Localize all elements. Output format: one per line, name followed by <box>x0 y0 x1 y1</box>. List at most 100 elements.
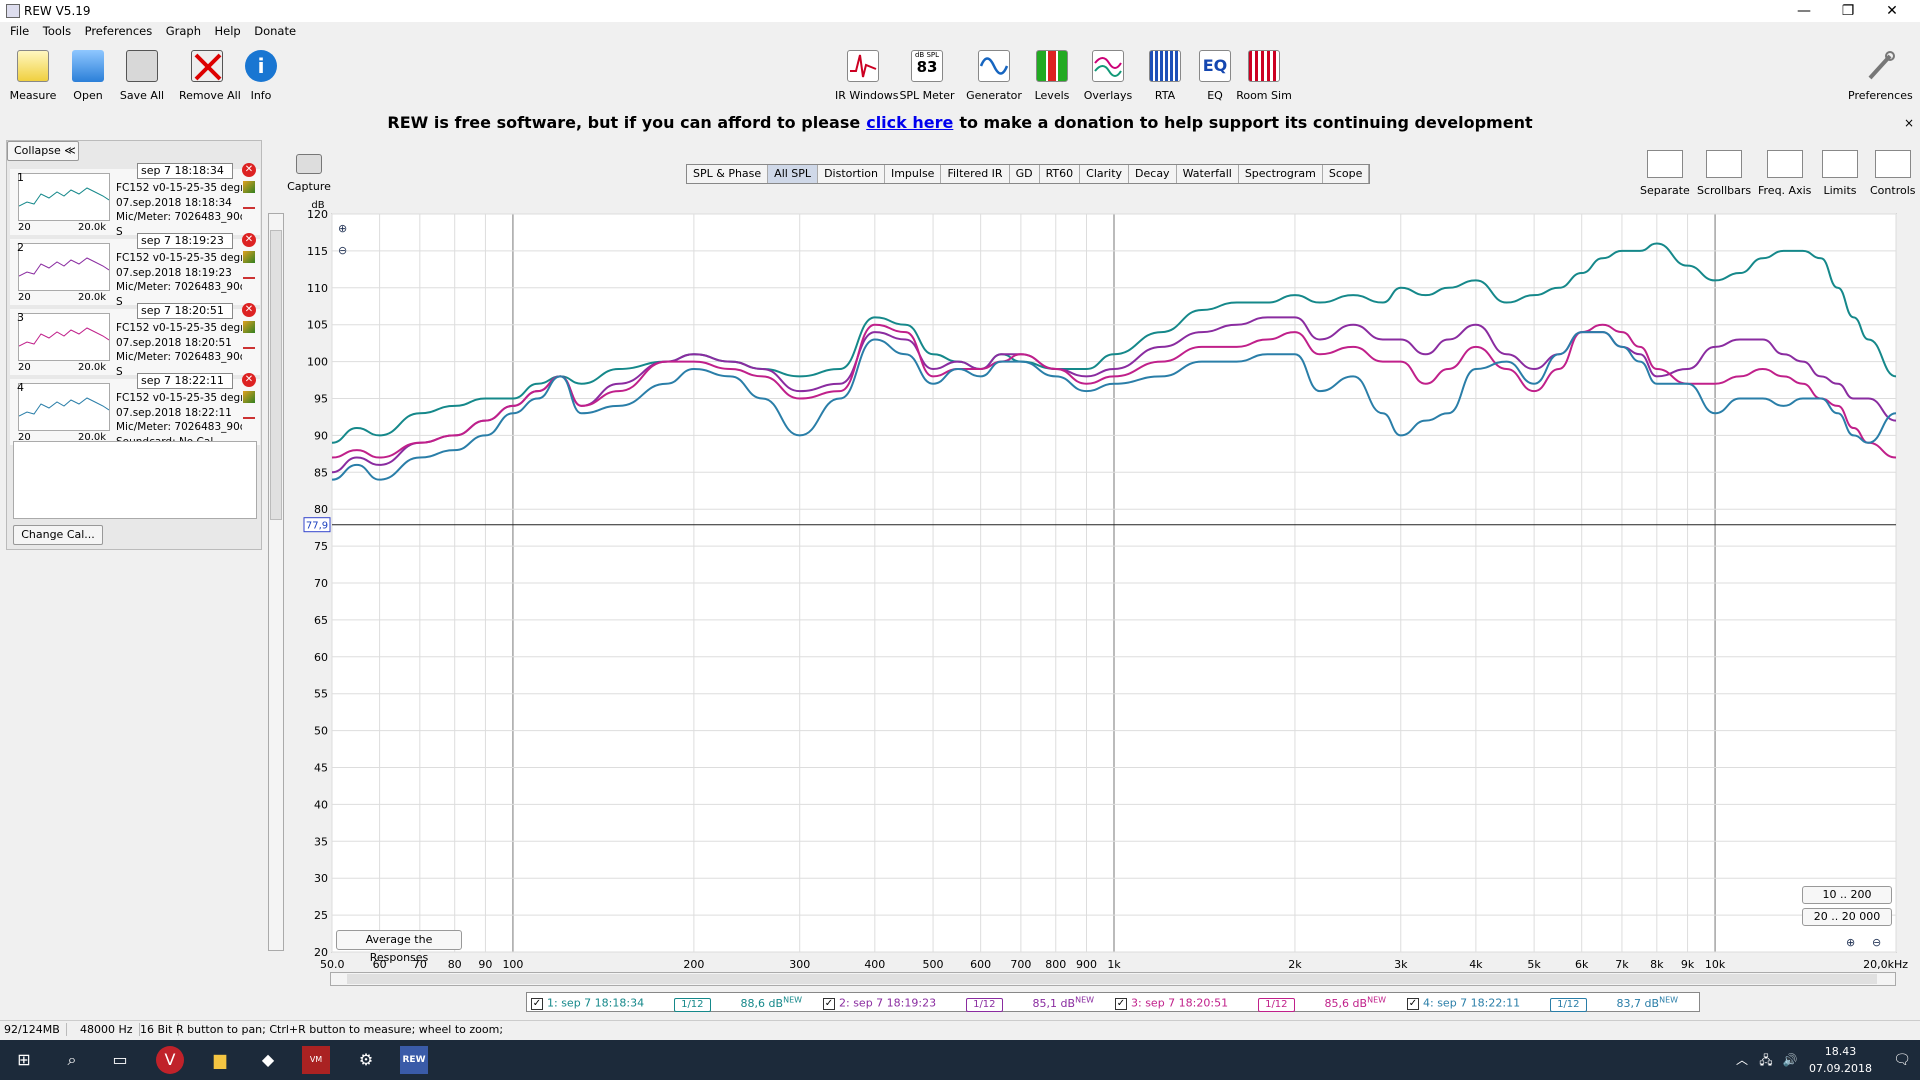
measurement-item[interactable]: 4 20 20.0k sep 7 18:22:11 FC152 v0-15-25… <box>10 373 260 448</box>
open-button[interactable]: Open <box>60 50 116 102</box>
zoom-in-icon[interactable]: ⊕ <box>338 222 347 235</box>
collapse-button[interactable]: Collapse ≪ <box>7 141 79 161</box>
panel-scrollbar[interactable] <box>268 213 284 951</box>
vivaldi-icon[interactable]: V <box>156 1046 184 1074</box>
smoothing-button[interactable]: 1/12 <box>966 997 1003 1012</box>
zoom-out-icon[interactable]: ⊖ <box>338 244 347 257</box>
menu-graph[interactable]: Graph <box>166 24 201 38</box>
menu-file[interactable]: File <box>10 24 29 38</box>
pen-icon[interactable] <box>243 407 255 419</box>
settings-gear-icon[interactable]: ⚙ <box>352 1046 380 1074</box>
graph-h-scroll-thumb[interactable] <box>347 974 1877 984</box>
notification-icon[interactable]: 🗨 <box>1888 1046 1916 1074</box>
tab-gd[interactable]: GD <box>1010 165 1040 183</box>
legend-checkbox[interactable]: ✓ <box>1407 997 1419 1010</box>
legend-checkbox[interactable]: ✓ <box>531 997 543 1010</box>
measurement-name-field[interactable]: sep 7 18:22:11 <box>137 373 233 389</box>
delete-measurement-icon[interactable]: ✕ <box>242 163 256 177</box>
overlays-button[interactable]: Overlays <box>1080 50 1136 102</box>
generator-button[interactable]: Generator <box>966 50 1022 102</box>
pen-icon[interactable] <box>243 337 255 349</box>
legend-checkbox[interactable]: ✓ <box>1115 997 1127 1010</box>
tab-scope[interactable]: Scope <box>1323 165 1370 183</box>
panel-scroll-thumb[interactable] <box>270 230 282 520</box>
tab-impulse[interactable]: Impulse <box>885 165 942 183</box>
edit-icon[interactable] <box>243 181 255 193</box>
average-responses-button[interactable]: Average the Responses <box>336 930 462 964</box>
tab-distortion[interactable]: Distortion <box>818 165 885 183</box>
info-button[interactable]: i Info <box>233 50 289 102</box>
voicemeeter-icon[interactable]: VM <box>302 1046 330 1074</box>
smoothing-button[interactable]: 1/12 <box>1258 997 1295 1012</box>
spl-meter-button[interactable]: dB SPL 83 SPL Meter <box>899 50 955 102</box>
levels-button[interactable]: Levels <box>1024 50 1080 102</box>
freq-axis-button[interactable]: Freq. Axis <box>1758 150 1811 197</box>
zoom-x-in-icon[interactable]: ⊕ <box>1846 936 1855 949</box>
smoothing-button[interactable]: 1/12 <box>1550 997 1587 1012</box>
capture-button[interactable]: Capture <box>286 154 332 193</box>
rew-taskbar-icon[interactable]: REW <box>400 1046 428 1074</box>
scrollbars-button[interactable]: Scrollbars <box>1697 150 1751 197</box>
donate-close-button[interactable]: × <box>1904 110 1914 136</box>
controls-button[interactable]: Controls <box>1870 150 1916 197</box>
graph-h-scrollbar[interactable] <box>330 972 1896 986</box>
menu-preferences[interactable]: Preferences <box>85 24 153 38</box>
edit-icon[interactable] <box>243 251 255 263</box>
tab-spl-phase[interactable]: SPL & Phase <box>687 165 769 183</box>
thumb-max-label: 20.0k <box>78 222 107 233</box>
range-20-20000-button[interactable]: 20 .. 20 000 <box>1802 908 1892 926</box>
rta-button[interactable]: RTA <box>1137 50 1193 102</box>
edit-icon[interactable] <box>243 321 255 333</box>
tab-spectrogram[interactable]: Spectrogram <box>1239 165 1323 183</box>
minimize-button[interactable]: — <box>1788 2 1820 20</box>
measure-button[interactable]: Measure <box>5 50 61 102</box>
volume-icon[interactable]: 🔊 <box>1776 1046 1804 1074</box>
x-tick-label: 700 <box>1010 958 1031 971</box>
delete-measurement-icon[interactable]: ✕ <box>242 233 256 247</box>
tab-all-spl[interactable]: All SPL <box>768 165 819 183</box>
menu-tools[interactable]: Tools <box>43 24 71 38</box>
tab-filtered-ir[interactable]: Filtered IR <box>941 165 1010 183</box>
measurement-item[interactable]: 2 20 20.0k sep 7 18:19:23 FC152 v0-15-25… <box>10 233 260 308</box>
taskbar-clock[interactable]: 18.43 07.09.2018 <box>1809 1043 1872 1077</box>
menu-donate[interactable]: Donate <box>254 24 296 38</box>
delete-measurement-icon[interactable]: ✕ <box>242 373 256 387</box>
donate-link[interactable]: click here <box>866 113 953 132</box>
eq-button[interactable]: EQ EQ <box>1187 50 1243 102</box>
tab-clarity[interactable]: Clarity <box>1080 165 1130 183</box>
range-10-200-button[interactable]: 10 .. 200 <box>1802 886 1892 904</box>
file-explorer-icon[interactable]: ▆ <box>206 1046 234 1074</box>
smoothing-button[interactable]: 1/12 <box>674 997 711 1012</box>
measurement-name-field[interactable]: sep 7 18:19:23 <box>137 233 233 249</box>
separate-button[interactable]: Separate <box>1640 150 1690 197</box>
y-tick-label: 85 <box>314 466 328 479</box>
legend-label: 3: sep 7 18:20:51 <box>1131 996 1229 1010</box>
tab-rt60[interactable]: RT60 <box>1040 165 1081 183</box>
close-button[interactable]: ✕ <box>1876 2 1908 20</box>
save-all-button[interactable]: Save All <box>114 50 170 102</box>
delete-measurement-icon[interactable]: ✕ <box>242 303 256 317</box>
task-view-icon[interactable]: ▭ <box>106 1046 134 1074</box>
pen-icon[interactable] <box>243 197 255 209</box>
search-icon[interactable]: ⌕ <box>58 1046 86 1074</box>
ir-windows-button[interactable]: IR Windows <box>835 50 899 102</box>
app-icon-fox[interactable]: ◆ <box>254 1046 282 1074</box>
pen-icon[interactable] <box>243 267 255 279</box>
remove-all-button[interactable]: Remove All <box>179 50 241 102</box>
zoom-x-out-icon[interactable]: ⊖ <box>1872 936 1881 949</box>
preferences-button[interactable]: Preferences <box>1848 50 1913 102</box>
change-cal-button[interactable]: Change Cal... <box>13 525 103 545</box>
legend-checkbox[interactable]: ✓ <box>823 997 835 1010</box>
edit-icon[interactable] <box>243 391 255 403</box>
restore-button[interactable]: ❐ <box>1832 2 1864 20</box>
measurement-item[interactable]: 3 20 20.0k sep 7 18:20:51 FC152 v0-15-25… <box>10 303 260 378</box>
tab-waterfall[interactable]: Waterfall <box>1177 165 1239 183</box>
tab-decay[interactable]: Decay <box>1129 165 1177 183</box>
room-sim-button[interactable]: Room Sim <box>1236 50 1292 102</box>
menu-help[interactable]: Help <box>215 24 241 38</box>
measurement-name-field[interactable]: sep 7 18:20:51 <box>137 303 233 319</box>
limits-button[interactable]: Limits <box>1822 150 1858 197</box>
measurement-item[interactable]: 1 20 20.0k sep 7 18:18:34 FC152 v0-15-25… <box>10 163 260 238</box>
windows-start-icon[interactable]: ⊞ <box>10 1046 38 1074</box>
measurement-name-field[interactable]: sep 7 18:18:34 <box>137 163 233 179</box>
